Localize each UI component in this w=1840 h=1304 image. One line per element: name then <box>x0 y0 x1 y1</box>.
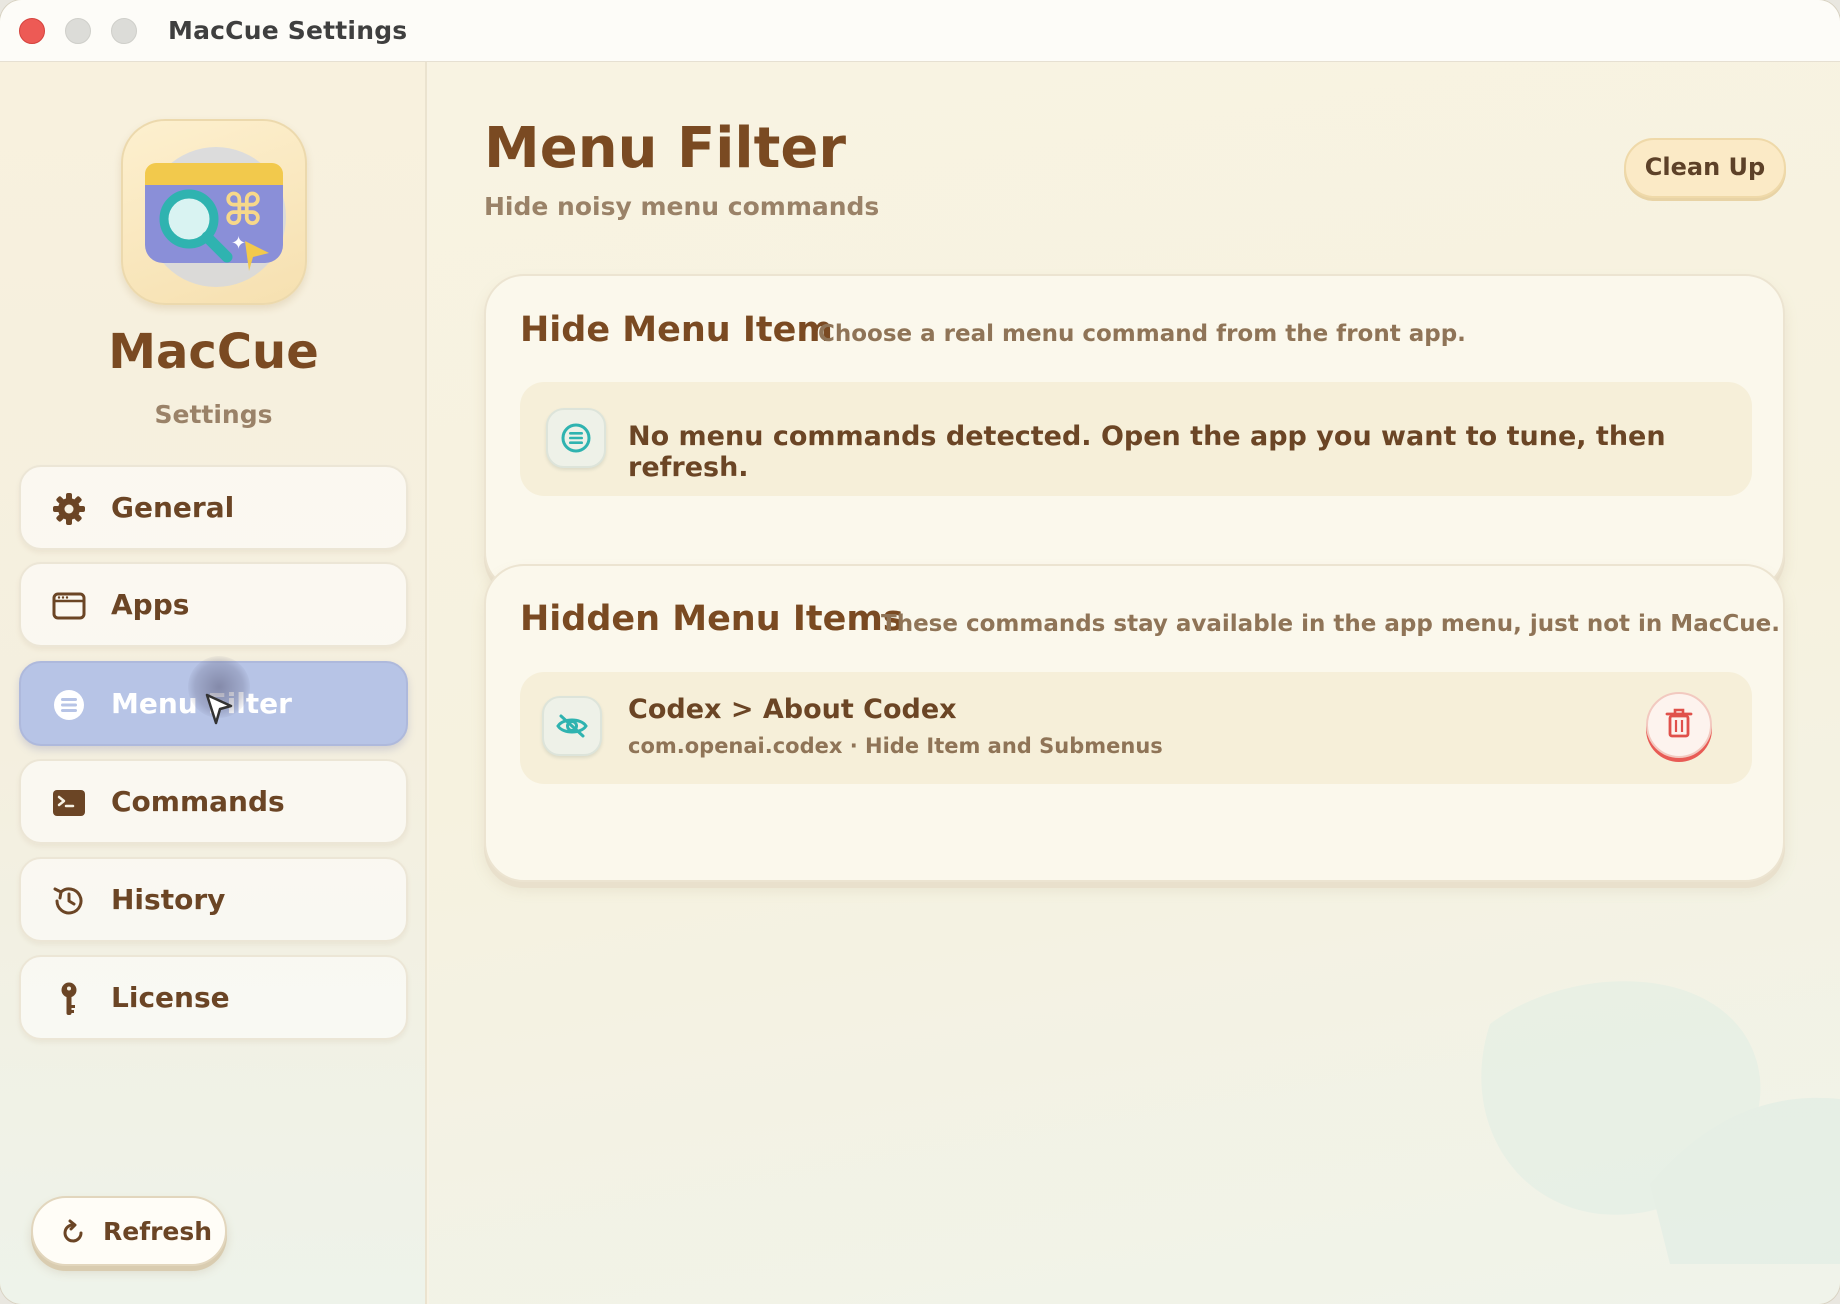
eye-slash-icon <box>542 696 602 756</box>
hidden-item-name: Codex > About Codex <box>628 694 957 725</box>
app-name: MacCue <box>108 324 319 380</box>
svg-text:✦: ✦ <box>231 233 246 254</box>
list-circle-icon <box>546 408 606 468</box>
leaf-decoration-icon <box>1481 981 1840 1264</box>
remove-hidden-item-button[interactable] <box>1646 692 1712 758</box>
sidebar-item-label: License <box>111 981 230 1014</box>
empty-state-row: No menu commands detected. Open the app … <box>520 382 1752 496</box>
hide-menu-item-card: Hide Menu Item Choose a real menu comman… <box>484 274 1785 592</box>
page-title: Menu Filter <box>484 116 846 181</box>
hidden-item-row[interactable]: Codex > About Codex com.openai.codex · H… <box>520 672 1752 784</box>
sidebar-item-label: General <box>111 491 235 524</box>
empty-state-message: No menu commands detected. Open the app … <box>628 421 1666 483</box>
settings-window: MacCue Settings ⌘ ✦ MacCue Settings Gene… <box>0 0 1840 1304</box>
page-subtitle: Hide noisy menu commands <box>484 192 880 221</box>
sidebar-item-commands[interactable]: Commands <box>19 759 408 844</box>
sidebar-item-apps[interactable]: Apps <box>19 562 408 647</box>
card-description: These commands stay available in the app… <box>881 611 1780 637</box>
window-title: MacCue Settings <box>168 16 408 45</box>
refresh-button[interactable]: Refresh <box>31 1196 227 1266</box>
minimize-window-button[interactable] <box>65 18 91 44</box>
sidebar-item-label: Apps <box>111 588 190 621</box>
trash-icon <box>1665 708 1693 738</box>
refresh-icon <box>63 1219 83 1243</box>
sidebar-item-general[interactable]: General <box>19 465 408 550</box>
history-icon <box>53 887 83 915</box>
zoom-window-button[interactable] <box>111 18 137 44</box>
clean-up-button[interactable]: Clean Up <box>1624 138 1786 198</box>
hidden-menu-items-card: Hidden Menu Items These commands stay av… <box>484 564 1785 882</box>
list-circle-icon <box>54 690 84 720</box>
card-description: Choose a real menu command from the fron… <box>818 321 1466 347</box>
main-content: Menu Filter Hide noisy menu commands Cle… <box>429 62 1840 1304</box>
sidebar-item-history[interactable]: History <box>19 857 408 942</box>
mouse-cursor-icon <box>205 693 233 725</box>
terminal-icon <box>53 790 85 816</box>
hidden-item-detail: com.openai.codex · Hide Item and Submenu… <box>628 734 1163 758</box>
key-icon <box>61 982 77 1015</box>
sidebar-item-label: History <box>111 883 226 916</box>
refresh-button-label: Refresh <box>103 1217 213 1246</box>
svg-text:⌘: ⌘ <box>223 185 264 236</box>
title-bar: MacCue Settings <box>0 0 1840 62</box>
card-title: Hide Menu Item <box>520 310 833 350</box>
sidebar-item-license[interactable]: License <box>19 955 408 1040</box>
gear-icon <box>53 493 85 525</box>
window-icon <box>52 592 86 620</box>
card-title: Hidden Menu Items <box>520 599 904 639</box>
close-window-button[interactable] <box>19 18 45 44</box>
app-logo-icon: ⌘ ✦ <box>121 119 307 305</box>
sidebar-item-label: Commands <box>111 785 285 818</box>
app-subtitle: Settings <box>154 400 273 429</box>
